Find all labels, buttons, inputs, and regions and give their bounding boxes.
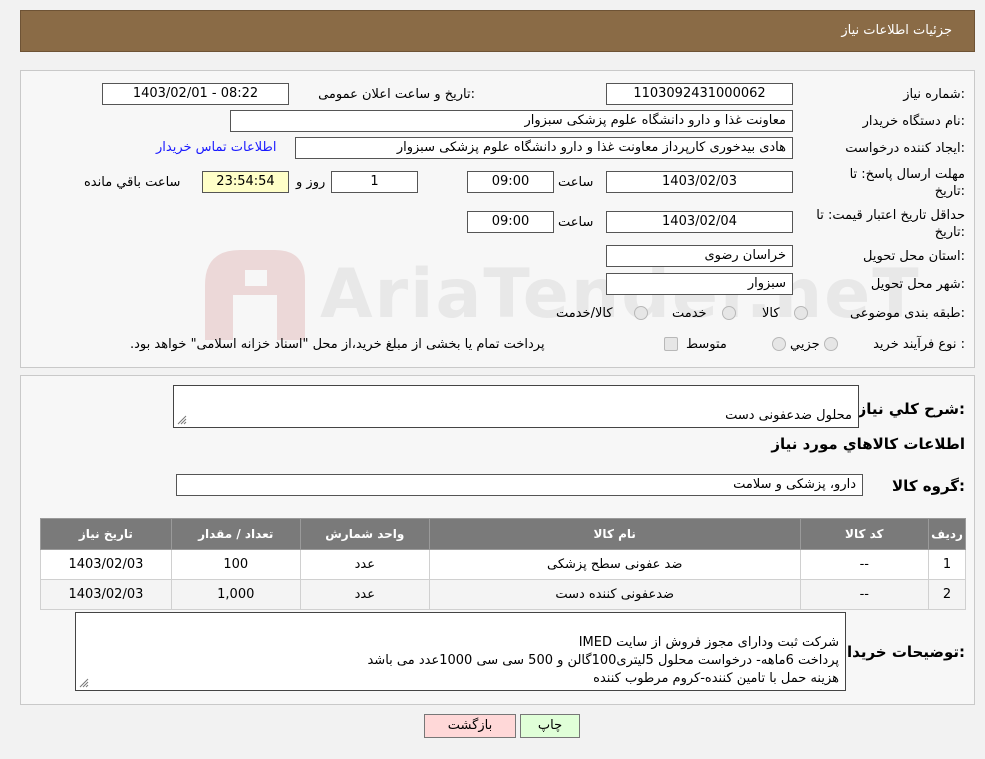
city-field: سبزوار	[606, 273, 793, 295]
goods-group-label: گروه کالا:	[892, 477, 965, 495]
cell-qty: 100	[170, 549, 301, 580]
payment-note: پرداخت تمام یا بخشی از مبلغ خرید،از محل …	[130, 337, 545, 352]
category-radio-service[interactable]	[722, 306, 736, 320]
buyer-notes-text: شرکت ثبت ودارای مجوز فروش از سایت IMED پ…	[367, 635, 839, 686]
print-button[interactable]: چاپ	[520, 714, 580, 738]
category-option-goods: کالا	[762, 306, 780, 321]
validity-time-field: 09:00	[467, 211, 554, 233]
goods-info-title: اطلاعات کالاهاي مورد نياز	[771, 435, 965, 453]
remaining-time-field: 23:54:54	[202, 171, 289, 193]
category-radio-both[interactable]	[634, 306, 648, 320]
process-radio-medium[interactable]	[772, 337, 786, 351]
category-label: طبقه بندی موضوعی:	[849, 306, 965, 321]
province-field: خراسان رضوی	[606, 245, 793, 267]
cell-code: --	[799, 579, 930, 610]
page-title: جزئیات اطلاعات نیاز	[841, 23, 952, 38]
deadline-label-line1: مهلت ارسال پاسخ: تا	[849, 167, 965, 182]
process-option-medium: متوسط	[686, 337, 727, 352]
payment-checkbox[interactable]	[664, 337, 678, 351]
page-title-bar: جزئیات اطلاعات نیاز	[20, 10, 975, 52]
buyer-org-field: معاونت غذا و دارو دانشگاه علوم پزشکی سبز…	[230, 110, 793, 132]
table-row: 1 -- ضد عفونی سطح پزشکی عدد 100 1403/02/…	[40, 549, 966, 580]
validity-label: حداقل تاريخ اعتبار قيمت: تا تاريخ:	[816, 207, 965, 241]
col-name-header: نام کالا	[428, 518, 801, 550]
buyer-notes-label: توضيحات خريدار:	[838, 643, 965, 661]
deadline-time-field: 09:00	[467, 171, 554, 193]
col-qty-header: تعداد / مقدار	[170, 518, 301, 550]
validity-time-label: ساعت	[558, 215, 594, 230]
deadline-label: مهلت ارسال پاسخ: تا تاریخ:	[850, 166, 965, 200]
validity-label-line2: تاريخ:	[934, 225, 965, 240]
goods-table: رديف کد کالا نام کالا واحد شمارش تعداد /…	[40, 518, 966, 610]
col-row-header: رديف	[928, 518, 966, 550]
city-label: شهر محل تحویل:	[870, 277, 965, 292]
general-description-field: محلول ضدعفونی دست	[173, 385, 859, 428]
resize-grip-icon[interactable]	[177, 415, 187, 425]
validity-date-field: 1403/02/04	[606, 211, 793, 233]
general-description-label: شرح کلي نياز:	[857, 400, 965, 418]
table-header-row: رديف کد کالا نام کالا واحد شمارش تعداد /…	[40, 518, 966, 550]
cell-unit: عدد	[299, 549, 430, 580]
cell-name: ضد عفونی سطح پزشکی	[428, 549, 801, 580]
cell-qty: 1,000	[170, 579, 301, 610]
general-description-text: محلول ضدعفونی دست	[725, 408, 852, 423]
resize-grip-icon[interactable]	[79, 678, 89, 688]
creator-label: ایجاد کننده درخواست:	[845, 141, 965, 156]
deadline-time-label: ساعت	[558, 175, 594, 190]
need-number-label: شماره نیاز:	[903, 87, 965, 102]
validity-label-line1: حداقل تاريخ اعتبار قيمت: تا	[816, 208, 965, 223]
days-label: روز و	[296, 175, 326, 190]
days-remaining-field: 1	[331, 171, 418, 193]
category-radio-goods[interactable]	[794, 306, 808, 320]
table-row: 2 -- ضدعفونی کننده دست عدد 1,000 1403/02…	[40, 579, 966, 610]
cell-row: 1	[928, 549, 966, 580]
buyer-notes-field: شرکت ثبت ودارای مجوز فروش از سایت IMED پ…	[75, 612, 846, 691]
remaining-label: ساعت باقي مانده	[84, 175, 181, 190]
category-option-both: کالا/خدمت	[556, 306, 613, 321]
col-code-header: کد کالا	[799, 518, 930, 550]
cell-code: --	[799, 549, 930, 580]
announce-field: 1403/02/01 - 08:22	[102, 83, 289, 105]
cell-date: 1403/02/03	[40, 579, 172, 610]
col-unit-header: واحد شمارش	[299, 518, 430, 550]
process-option-minor: جزيي	[790, 337, 820, 352]
creator-field: هادی بیدخوری کارپرداز معاونت غذا و دارو …	[295, 137, 793, 159]
cell-row: 2	[928, 579, 966, 610]
cell-unit: عدد	[299, 579, 430, 610]
province-label: استان محل تحویل:	[863, 249, 965, 264]
cell-name: ضدعفونی کننده دست	[428, 579, 801, 610]
buyer-org-label: نام دستگاه خریدار:	[862, 114, 965, 129]
announce-label: تاریخ و ساعت اعلان عمومی:	[318, 87, 475, 102]
buyer-contact-link[interactable]: اطلاعات تماس خریدار	[156, 140, 276, 155]
cell-date: 1403/02/03	[40, 549, 172, 580]
process-label: نوع فرآیند خرید :	[873, 337, 965, 352]
goods-group-field: دارو، پزشکی و سلامت	[176, 474, 863, 496]
need-number-field: 1103092431000062	[606, 83, 793, 105]
process-radio-minor[interactable]	[824, 337, 838, 351]
col-date-header: تاريخ نياز	[40, 518, 172, 550]
deadline-date-field: 1403/02/03	[606, 171, 793, 193]
deadline-label-line2: تاریخ:	[934, 184, 965, 199]
back-button[interactable]: بازگشت	[424, 714, 516, 738]
category-option-service: خدمت	[672, 306, 707, 321]
